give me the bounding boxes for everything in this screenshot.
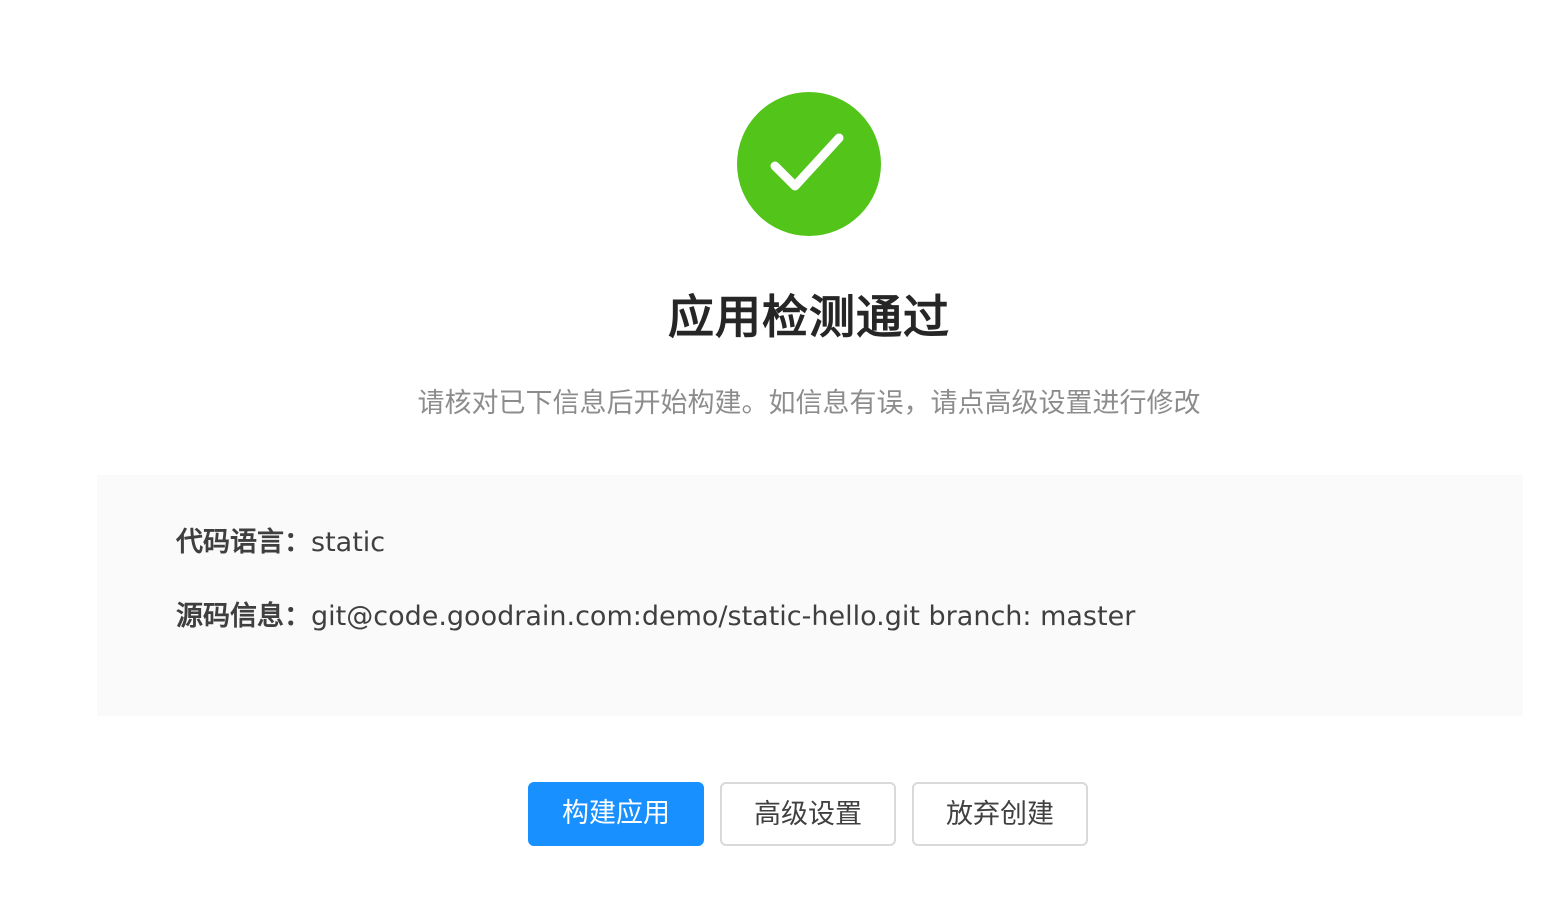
advanced-settings-button[interactable]: 高级设置 <box>720 782 896 846</box>
build-app-button[interactable]: 构建应用 <box>528 782 704 846</box>
result-title: 应用检测通过 <box>668 290 950 344</box>
abandon-create-button[interactable]: 放弃创建 <box>912 782 1088 846</box>
result-description: 请核对已下信息后开始构建。如信息有误，请点高级设置进行修改 <box>417 388 1201 419</box>
code-language-row: 代码语言：static <box>176 523 385 563</box>
checkmark-icon <box>770 133 844 191</box>
source-info-value: git@code.goodrain.com:demo/static-hello.… <box>311 601 1136 632</box>
code-language-value: static <box>311 527 386 558</box>
check-circle-icon <box>737 92 881 236</box>
detection-info-panel: 代码语言：static 源码信息：git@code.goodrain.com:d… <box>97 475 1523 716</box>
source-info-row: 源码信息：git@code.goodrain.com:demo/static-h… <box>176 597 1135 637</box>
source-info-label: 源码信息： <box>176 601 311 632</box>
code-language-label: 代码语言： <box>176 527 311 558</box>
action-buttons: 构建应用 高级设置 放弃创建 <box>528 782 1088 846</box>
